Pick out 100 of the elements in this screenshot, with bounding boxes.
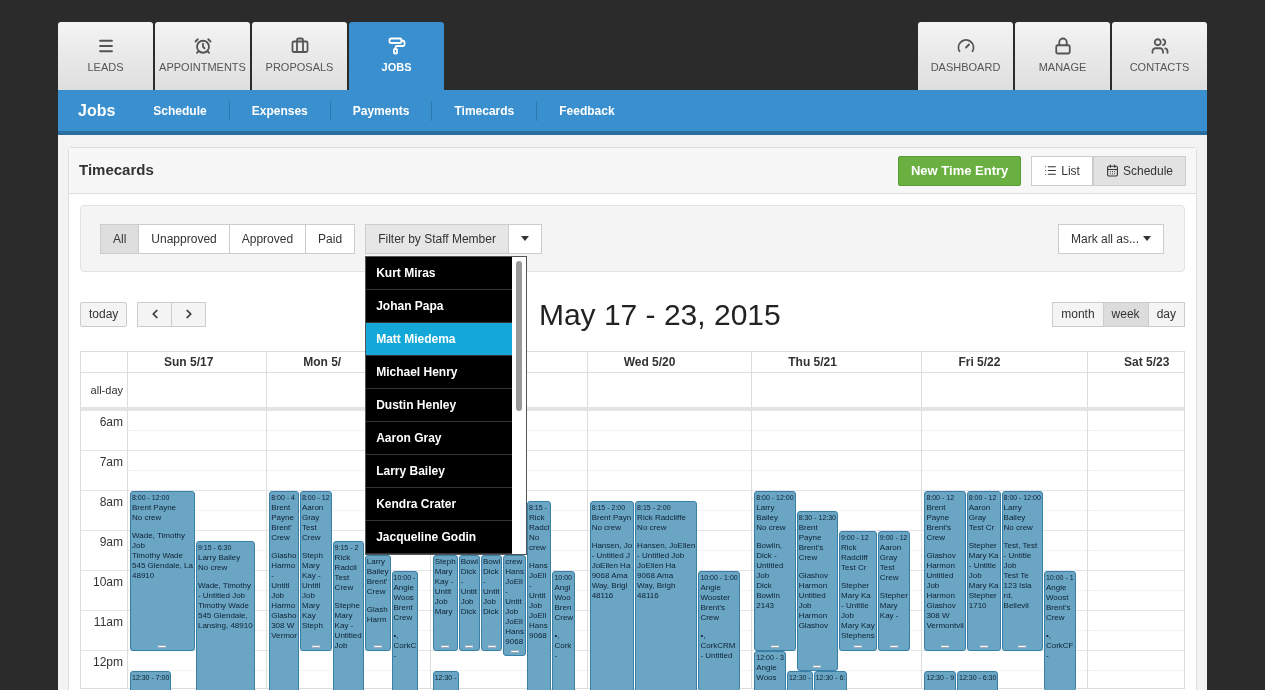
day-header: Mon 5/ [303, 354, 342, 371]
event-detail-line: Mary [301, 601, 320, 611]
event-detail-line: Dick - [756, 551, 777, 561]
event-detail-line: - [1045, 651, 1049, 661]
event-staff-line: Brent's [1045, 603, 1071, 613]
all-day-label: all-day [90, 382, 123, 398]
event-detail-line: - [554, 651, 558, 661]
event-staff-line: Gray [968, 513, 987, 523]
event-detail-line: Untitled [756, 561, 784, 571]
event-detail-line: Kay [301, 611, 316, 621]
event-staff-line: Larry [756, 503, 775, 513]
event-staff-line: Brent' [366, 577, 388, 587]
event-detail-line: Harmo [271, 561, 296, 571]
event-detail-line: Mary [434, 567, 453, 577]
event-detail-line: Untitl [271, 581, 290, 591]
event-staff-line: Wooster [700, 593, 730, 603]
event-detail-line: •, [393, 631, 399, 641]
hour-label: 8am [99, 495, 123, 509]
event-detail-line: Job [482, 597, 496, 607]
event-detail-line: CorkCF [1045, 641, 1074, 651]
event-detail-line: Steph [301, 621, 323, 631]
card-title: Timecards [79, 160, 154, 181]
event-detail-line: Untit [529, 591, 546, 601]
event-detail-line: 1710 [968, 601, 987, 611]
event-staff-line: crew [529, 543, 546, 553]
event-detail-line: Dick [756, 581, 772, 591]
event-staff-line: Woo [554, 593, 571, 603]
event-detail-line: - Untitled [700, 651, 733, 661]
event-detail-line: Vermor [271, 631, 297, 641]
event-detail-line: Bowlin, [756, 541, 783, 551]
event-staff-line: Angi [554, 583, 571, 593]
event-detail-line: Job [334, 641, 348, 651]
event-staff-line: Crew [393, 613, 413, 623]
hour-label: 6am [99, 415, 123, 429]
event-staff-line: Test Cr [841, 563, 867, 573]
event-detail-line: 9068 Ama [637, 571, 674, 581]
event-staff-line: No crew [637, 523, 667, 533]
event-staff-line: No [529, 533, 540, 543]
event-detail-line: Job [301, 591, 315, 601]
event-staff-line: Brent Payne [132, 503, 177, 513]
event-detail-line: Dick [460, 607, 477, 617]
event-detail-line: 308 W [271, 621, 295, 631]
event-detail-line: - Untitled Job [197, 591, 246, 601]
hour-label: 9am [99, 535, 123, 549]
event-staff-line: Radcliff [841, 553, 868, 563]
event-detail-line: Job [271, 591, 285, 601]
event-detail-line: 9068 [505, 637, 524, 647]
event-detail-line: Way, Brigh [637, 581, 676, 591]
event-detail-line: Mary [301, 561, 320, 571]
event-detail-line: Hansen, Jo [591, 541, 633, 551]
event-detail-line: 123 Isla [1003, 581, 1032, 591]
day-header: Wed 5/20 [623, 354, 676, 371]
event-detail-line: Harmon [926, 591, 955, 601]
event-detail-line: Hans [529, 621, 548, 631]
event-detail-line: Untitled [798, 591, 826, 601]
event-detail-line: - Untitle [1003, 551, 1032, 561]
event-detail-line: Harm [366, 615, 387, 625]
event-staff-line: Woos [756, 673, 777, 683]
event-detail-line: Stepher [968, 591, 997, 601]
event-detail-line: JoEll [529, 611, 547, 621]
day-header: Fri 5/22 [958, 354, 1001, 371]
event-staff-line: Angie [1045, 583, 1067, 593]
event-staff-line: Crew [798, 553, 818, 563]
event-detail-line: 545 Glendale, [197, 611, 248, 621]
event-detail-line: Stephe [334, 601, 360, 611]
event-detail-line: Dick [482, 567, 499, 577]
event-staff-line: Crew [700, 613, 720, 623]
event-detail-line: - Untitled J [591, 551, 630, 561]
event-staff-line: Aaron [968, 503, 991, 513]
event-staff-line: No crew [591, 523, 621, 533]
event-staff-line: Brent [393, 603, 413, 613]
calendar-title: May 17 - 23, 2015 [538, 296, 781, 333]
event-staff-line: Brent [271, 503, 291, 513]
event-detail-line: 2143 [756, 601, 775, 611]
event-detail-line: 545 Glendale, La [132, 561, 193, 571]
event-staff-line: Larry [366, 557, 385, 567]
event-detail-line: Lansing, 48910 [197, 621, 253, 631]
event-detail-line: Glash [366, 605, 388, 615]
event-detail-line: Wade, Timothy [197, 581, 251, 591]
event-detail-line: Job [1003, 561, 1017, 571]
event-staff-line: Bailey [1003, 513, 1026, 523]
event-detail-line: JoEll [505, 617, 523, 627]
event-staff-line: Larry [1003, 503, 1022, 513]
event-detail-line: Dick [460, 567, 477, 577]
event-detail-line: Untitled [334, 631, 362, 641]
event-detail-line: Harmon [926, 561, 955, 571]
event-staff-line: Brent [926, 503, 946, 513]
event-detail-line: Stepher [879, 591, 908, 601]
event-detail-line: - [505, 587, 508, 597]
event-detail-line: - [393, 651, 397, 661]
event-detail-line: Bowlin [756, 591, 780, 601]
event-detail-line: JoEllen Ha [591, 561, 631, 571]
event-detail-line: JoEll [505, 577, 523, 587]
event-staff-line: Bailey [756, 513, 779, 523]
event-staff-line: Crew [271, 533, 290, 543]
event-detail-line: JoEllen Ha [637, 561, 676, 571]
event-staff-line: Crew [334, 583, 354, 593]
event-staff-line: Test Cr [968, 523, 995, 533]
event-detail-line: Job [926, 581, 940, 591]
event-staff-line: Test [301, 523, 317, 533]
